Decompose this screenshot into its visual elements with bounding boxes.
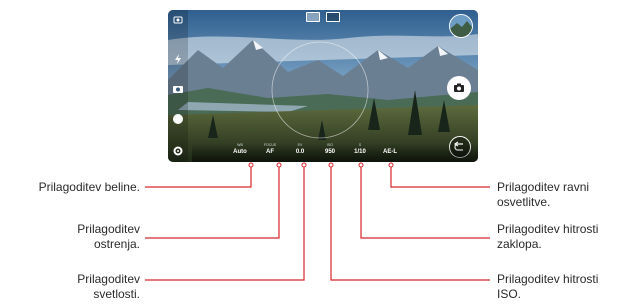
wb-callout-line [145,166,252,188]
focus-callout-text: Prilagoditev ostrenja. [77,222,140,251]
iso-callout-line [330,166,490,281]
iso-callout-text: Prilagoditev hitrosti ISO. [497,272,599,301]
ev-callout-line [145,166,305,281]
shutter-callout-text: Prilagoditev hitrosti zaklopa. [497,222,599,251]
callout-lines [145,162,490,281]
shutter-callout-line [360,166,490,239]
ae-lock-callout-line [390,166,490,188]
focus-callout-line [145,166,280,239]
ae-lock-callout-text: Prilagoditev ravni osvetlitve. [497,180,590,209]
wb-callout-text: Prilagoditev beline. [38,180,140,194]
ev-callout-text: Prilagoditev svetlosti. [77,272,140,301]
